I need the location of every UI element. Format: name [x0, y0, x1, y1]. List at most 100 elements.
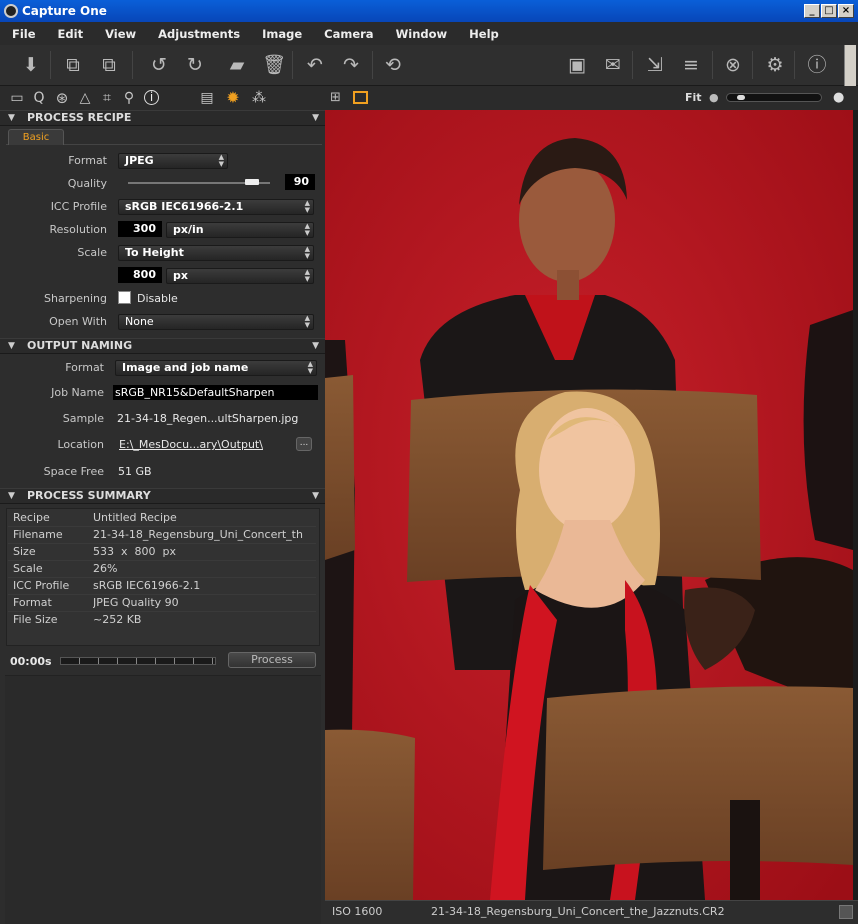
summary-key: ICC Profile	[13, 579, 70, 592]
batch-icon[interactable]: ⁂	[250, 89, 268, 107]
spacefree-label: Space Free	[43, 465, 104, 478]
format-label: Format	[68, 154, 107, 167]
info-tab-icon[interactable]: i	[144, 90, 159, 105]
scale-dropdown[interactable]: To Height ▲ ▼	[118, 245, 314, 261]
icc-label: ICC Profile	[50, 200, 107, 213]
quality-slider-knob[interactable]	[245, 179, 259, 185]
main-toolbar: ⬇ ⧉ ⧉ ↺ ↻ ▰ 🗑 ↶ ↷ ⟲ ▣ ✉ ⇲ ≡ ⊗ ⚙ ⓘ	[0, 45, 858, 86]
section-menu-icon[interactable]: ▼	[312, 339, 319, 353]
section-menu-icon[interactable]: ▼	[312, 111, 319, 125]
stop-icon[interactable]: ⊗	[722, 54, 744, 76]
summary-key: Size	[13, 545, 36, 558]
location-label: Location	[57, 438, 104, 451]
tab-basic[interactable]: Basic	[8, 129, 64, 145]
check-icon[interactable]: ✉	[602, 54, 624, 76]
sharpening-checkbox[interactable]	[118, 291, 131, 304]
resolution-input[interactable]: 300	[118, 221, 162, 237]
rotate-left-icon[interactable]: ↺	[148, 54, 170, 76]
updown-icon: ▲ ▼	[304, 268, 310, 283]
updown-icon: ▲ ▼	[304, 314, 310, 329]
process-recipe-header[interactable]: ▼ PROCESS RECIPE ▼	[0, 110, 325, 126]
redo-icon[interactable]: ↷	[340, 54, 362, 76]
section-menu-icon[interactable]: ▼	[312, 489, 319, 503]
menu-help[interactable]: Help	[469, 27, 499, 41]
menu-file[interactable]: File	[12, 27, 36, 41]
collapse-triangle-icon[interactable]: ▼	[8, 489, 15, 503]
undo-icon[interactable]: ↶	[304, 54, 326, 76]
scale-size-input[interactable]: 800	[118, 267, 162, 283]
summary-row: Size 533 x 800 px	[8, 544, 316, 561]
toolbar-scrollbar[interactable]	[844, 45, 856, 86]
summary-key: Recipe	[13, 511, 50, 524]
openwith-value: None	[125, 315, 154, 328]
process-button[interactable]: Process	[228, 652, 316, 668]
capture-left-icon[interactable]: ⧉	[62, 54, 84, 76]
summary-row: ICC Profile sRGB IEC61966-2.1	[8, 578, 316, 595]
menu-view[interactable]: View	[105, 27, 136, 41]
single-view-icon[interactable]	[353, 91, 368, 104]
quality-label: Quality	[67, 177, 107, 190]
image-viewer[interactable]	[325, 110, 853, 900]
capture-icon[interactable]: Q	[30, 89, 48, 107]
gear-icon[interactable]: ⚙	[764, 54, 786, 76]
minimize-button[interactable]: _	[804, 4, 820, 18]
menu-edit[interactable]: Edit	[58, 27, 84, 41]
metadata-icon[interactable]: ▤	[198, 89, 216, 107]
scale-unit: px	[173, 269, 188, 282]
collapse-triangle-icon[interactable]: ▼	[8, 111, 15, 125]
naming-format-dropdown[interactable]: Image and job name ▲ ▼	[115, 360, 317, 376]
browse-location-button[interactable]: ...	[296, 437, 312, 451]
left-tool-panel: ▼ PROCESS RECIPE ▼ Basic Format JPEG ▲ ▼ …	[0, 110, 325, 924]
process-icon[interactable]: ≡	[680, 54, 702, 76]
summary-row: Format JPEG Quality 90	[8, 595, 316, 612]
close-button[interactable]: ×	[838, 4, 854, 18]
menu-window[interactable]: Window	[396, 27, 448, 41]
updown-icon: ▲ ▼	[218, 153, 224, 168]
capture-right-icon[interactable]: ⧉	[98, 54, 120, 76]
exposure-icon[interactable]: △	[76, 89, 94, 107]
info-icon[interactable]: ⓘ	[806, 54, 828, 76]
resize-grip-icon[interactable]	[839, 905, 853, 919]
zoom-slider[interactable]	[726, 93, 822, 102]
reset-icon[interactable]: ⟲	[382, 54, 404, 76]
output-naming-header[interactable]: ▼ OUTPUT NAMING ▼	[0, 338, 325, 354]
process-time: 00:00s	[10, 655, 52, 668]
rotate-right-icon[interactable]: ↻	[184, 54, 206, 76]
add-variant-icon[interactable]: ▣	[566, 54, 588, 76]
window-title-bar[interactable]: Capture One _ □ ×	[0, 0, 858, 22]
summary-key: Scale	[13, 562, 43, 575]
collapse-triangle-icon[interactable]: ▼	[8, 339, 15, 353]
import-icon[interactable]: ⬇	[20, 54, 42, 76]
zoom-slider-knob[interactable]	[737, 95, 745, 100]
icc-dropdown[interactable]: sRGB IEC61966-2.1 ▲ ▼	[118, 199, 314, 215]
focus-icon[interactable]: ⚲	[120, 89, 138, 107]
updown-icon: ▲ ▼	[304, 245, 310, 260]
resolution-unit-dropdown[interactable]: px/in ▲ ▼	[166, 222, 314, 238]
menu-camera[interactable]: Camera	[324, 27, 373, 41]
menu-image[interactable]: Image	[262, 27, 302, 41]
format-dropdown[interactable]: JPEG ▲ ▼	[118, 153, 228, 169]
export-icon[interactable]: ⇲	[644, 54, 666, 76]
scale-unit-dropdown[interactable]: px ▲ ▼	[166, 268, 314, 284]
menu-adjustments[interactable]: Adjustments	[158, 27, 240, 41]
crop-icon[interactable]: ⌗	[98, 89, 116, 107]
location-value[interactable]: E:\_MesDocu...ary\Output\	[119, 438, 263, 451]
quality-slider[interactable]	[128, 179, 270, 185]
process-summary-header[interactable]: ▼ PROCESS SUMMARY ▼	[0, 488, 325, 504]
quality-input[interactable]: 90	[285, 174, 315, 190]
concert-photo	[325, 110, 853, 900]
maximize-button[interactable]: □	[821, 4, 837, 18]
naming-format-value: Image and job name	[122, 361, 249, 374]
color-icon[interactable]: ⊛	[53, 89, 71, 107]
zoom-label: Fit	[685, 91, 702, 104]
grid-view-icon[interactable]: ⊞	[330, 91, 344, 105]
jobname-input[interactable]: sRGB_NR15&DefaultSharpen	[113, 385, 318, 400]
move-folder-icon[interactable]: ▰	[226, 54, 248, 76]
library-icon[interactable]: ▭	[8, 89, 26, 107]
summary-value: ~252 KB	[93, 613, 142, 626]
filename-label: 21-34-18_Regensburg_Uni_Concert_the_Jazz…	[431, 905, 725, 918]
trash-icon[interactable]: 🗑	[262, 54, 286, 76]
summary-value: JPEG Quality 90	[93, 596, 179, 609]
output-gear-icon[interactable]: ✹	[224, 89, 242, 107]
openwith-dropdown[interactable]: None ▲ ▼	[118, 314, 314, 330]
